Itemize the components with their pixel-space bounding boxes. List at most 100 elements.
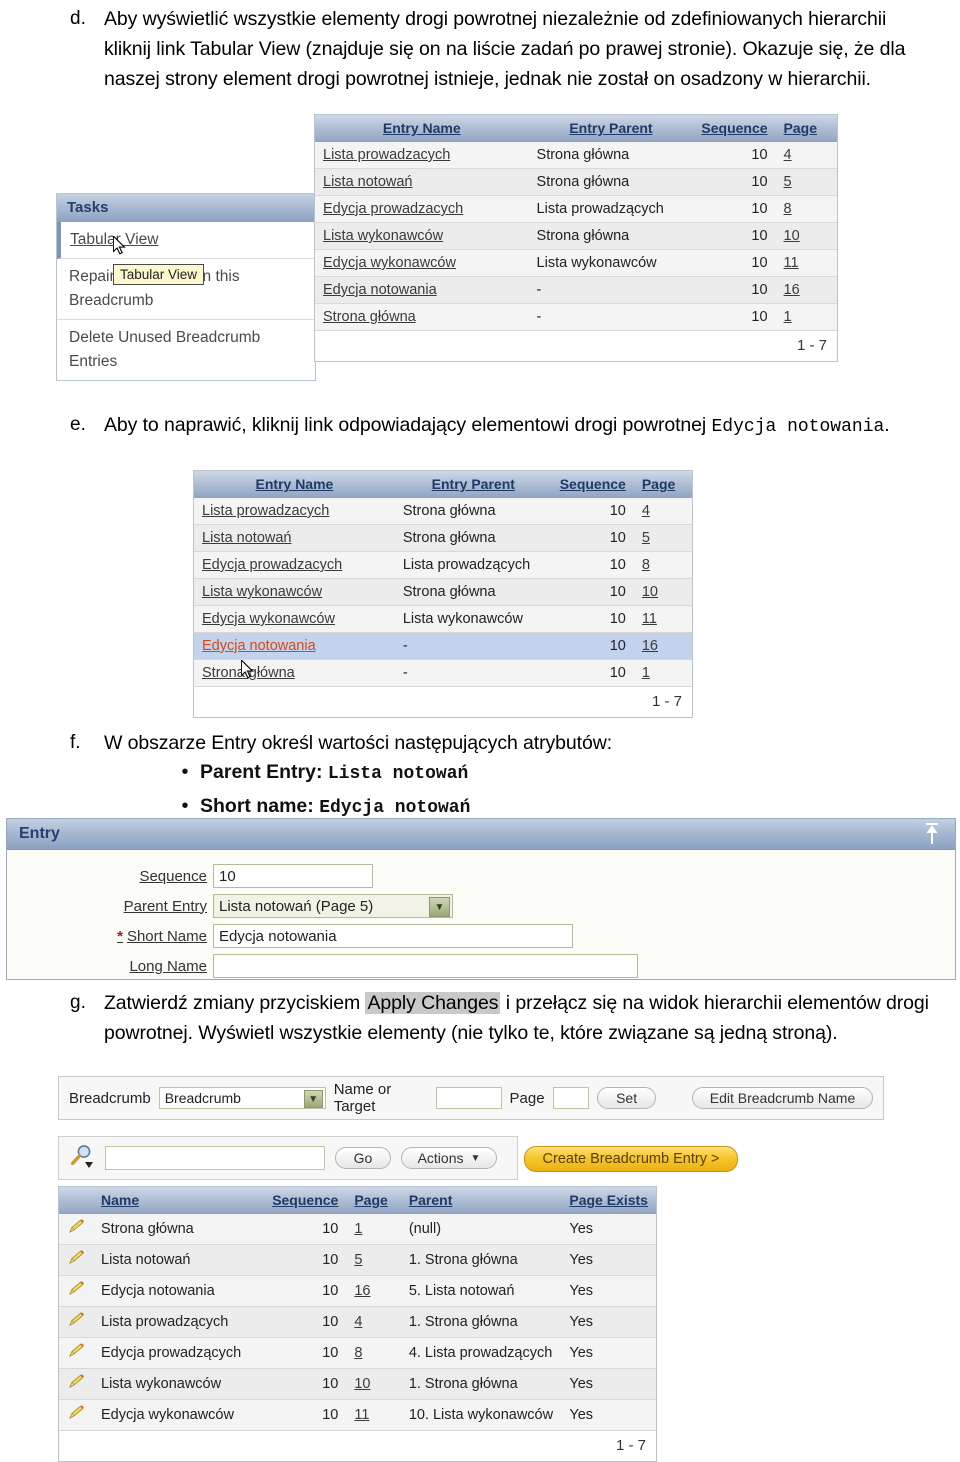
page-link[interactable]: 8 (354, 1345, 362, 1361)
page-cell[interactable]: 4 (346, 1306, 401, 1338)
edit-cell[interactable] (59, 1399, 93, 1431)
entry-name-link[interactable]: Strona główna (323, 309, 416, 325)
page-link[interactable]: 16 (784, 282, 800, 298)
table-row[interactable]: Lista notowań Strona główna 10 5 (315, 168, 837, 196)
table-row[interactable]: Edycja wykonawców 10 11 10. Lista wykonawcó… (59, 1399, 656, 1431)
table-row[interactable]: Edycja wykonawców Lista wykonawców 10 11 (315, 249, 837, 277)
page-cell[interactable]: 1 (633, 659, 692, 687)
entry-name-cell[interactable]: Edycja wykonawców (194, 605, 395, 633)
pencil-edit-icon[interactable] (67, 1312, 85, 1328)
page-link[interactable]: 10 (642, 584, 658, 600)
entry-name-link[interactable]: Lista prowadzacych (323, 147, 450, 163)
edit-breadcrumb-name-button[interactable]: Edit Breadcrumb Name (692, 1087, 873, 1109)
chevron-down-icon[interactable]: ▼ (303, 1090, 323, 1108)
entry-name-link[interactable]: Edycja wykonawców (323, 255, 456, 271)
entry-name-link[interactable]: Lista wykonawców (323, 228, 443, 244)
name-or-target-input[interactable] (435, 1087, 502, 1109)
entry-name-cell[interactable]: Edycja wykonawców (315, 249, 529, 277)
page-link[interactable]: 16 (642, 638, 658, 654)
table-row[interactable]: Edycja prowadzących 10 8 4. Lista prowadząc… (59, 1337, 656, 1369)
column-header[interactable]: Entry Parent (528, 115, 694, 142)
page-link[interactable]: 8 (642, 557, 650, 573)
pencil-edit-icon[interactable] (67, 1219, 85, 1235)
entry-name-cell[interactable]: Lista prowadzacych (315, 141, 529, 169)
pencil-edit-icon[interactable] (67, 1343, 85, 1359)
column-header[interactable]: Parent (400, 1187, 562, 1214)
pencil-edit-icon[interactable] (67, 1250, 85, 1266)
entry-name-link[interactable]: Edycja notowania (323, 282, 437, 298)
tasks-item-delete-unused[interactable]: Delete Unused Breadcrumb Entries (57, 320, 315, 380)
entry-name-cell[interactable]: Lista prowadzacych (194, 497, 395, 525)
table-row[interactable]: Lista prowadzacych Strona główna 10 4 (315, 141, 837, 169)
page-cell[interactable]: 16 (633, 632, 692, 660)
entry-name-link[interactable]: Edycja notowania (202, 638, 316, 654)
table-row[interactable]: Lista prowadzących 10 4 1. Strona główna Yes (59, 1306, 656, 1338)
table-row[interactable]: Lista notowań 10 5 1. Strona główna Yes (59, 1244, 656, 1276)
entry-name-link[interactable]: Lista wykonawców (202, 584, 322, 600)
page-cell[interactable]: 10 (346, 1368, 401, 1400)
column-header[interactable]: Entry Name (315, 115, 529, 142)
table-row[interactable]: Edycja notowania 10 16 5. Lista notowań Yes (59, 1275, 656, 1307)
pencil-edit-icon[interactable] (67, 1281, 85, 1297)
field-input[interactable]: Edycja notowania (213, 924, 573, 948)
set-button[interactable]: Set (597, 1087, 657, 1109)
column-header[interactable]: Page (633, 471, 692, 498)
table-row[interactable]: Lista notowań Strona główna 10 5 (194, 524, 692, 552)
column-header[interactable]: Page (346, 1187, 401, 1214)
entry-name-cell[interactable]: Edycja notowania (315, 276, 529, 304)
entry-name-cell[interactable]: Edycja prowadzacych (315, 195, 529, 223)
entry-name-link[interactable]: Lista notowań (323, 174, 412, 190)
tasks-item-tabular-view[interactable]: Tabular View (57, 222, 315, 259)
table-row[interactable]: Strona główna -10 1 (194, 659, 692, 687)
page-cell[interactable]: 8 (775, 195, 837, 223)
entry-name-link[interactable]: Lista prowadzacych (202, 503, 329, 519)
table-row[interactable]: Lista wykonawców Strona główna 10 10 (194, 578, 692, 606)
page-cell[interactable]: 4 (775, 141, 837, 169)
entry-name-link[interactable]: Lista notowań (202, 530, 291, 546)
actions-button[interactable]: Actions ▼ (401, 1147, 497, 1169)
entry-name-cell[interactable]: Edycja notowania (194, 632, 395, 660)
entry-name-cell[interactable]: Lista wykonawców (194, 578, 395, 606)
page-cell[interactable]: 5 (633, 524, 692, 552)
table-row[interactable]: Strona główna -10 1 (315, 303, 837, 331)
entry-name-cell[interactable]: Lista notowań (315, 168, 529, 196)
page-link[interactable]: 4 (642, 503, 650, 519)
field-input[interactable]: 10 (213, 864, 373, 888)
table-row[interactable]: Edycja prowadzacych Lista prowadzących 10 8 (315, 195, 837, 223)
entry-name-cell[interactable]: Lista wykonawców (315, 222, 529, 250)
go-button[interactable]: Go (335, 1147, 391, 1169)
page-cell[interactable]: 8 (346, 1337, 401, 1369)
entry-name-cell[interactable]: Strona główna (315, 303, 529, 331)
column-header[interactable]: Page (775, 115, 837, 142)
parent-entry-select[interactable]: Lista notowań (Page 5) ▼ (213, 894, 453, 918)
table-row[interactable]: Edycja prowadzacych Lista prowadzących 10 8 (194, 551, 692, 579)
chevron-down-icon[interactable]: ▼ (429, 897, 450, 917)
page-link[interactable]: 10 (354, 1376, 370, 1392)
entry-name-link[interactable]: Edycja wykonawców (202, 611, 335, 627)
page-cell[interactable]: 11 (775, 249, 837, 277)
page-link[interactable]: 11 (354, 1407, 369, 1423)
page-link[interactable]: 10 (784, 228, 800, 244)
page-cell[interactable]: 1 (775, 303, 837, 331)
page-link[interactable]: 11 (642, 611, 657, 627)
page-input[interactable] (552, 1087, 590, 1109)
column-header[interactable]: Sequence (693, 115, 776, 142)
breadcrumb-select[interactable]: Breadcrumb ▼ (158, 1087, 326, 1109)
page-link[interactable]: 8 (784, 201, 792, 217)
column-header[interactable]: Page Exists (561, 1187, 656, 1214)
edit-cell[interactable] (59, 1275, 93, 1307)
field-input[interactable] (213, 954, 638, 978)
pencil-edit-icon[interactable] (67, 1405, 85, 1421)
entry-name-cell[interactable]: Lista notowań (194, 524, 395, 552)
page-link[interactable]: 16 (354, 1283, 370, 1299)
page-link[interactable]: 1 (354, 1221, 362, 1237)
page-link[interactable]: 4 (354, 1314, 362, 1330)
page-link[interactable]: 5 (354, 1252, 362, 1268)
edit-cell[interactable] (59, 1213, 93, 1245)
page-link[interactable]: 5 (784, 174, 792, 190)
page-cell[interactable]: 16 (346, 1275, 401, 1307)
page-cell[interactable]: 11 (633, 605, 692, 633)
edit-cell[interactable] (59, 1306, 93, 1338)
page-link[interactable]: 4 (784, 147, 792, 163)
page-cell[interactable]: 4 (633, 497, 692, 525)
